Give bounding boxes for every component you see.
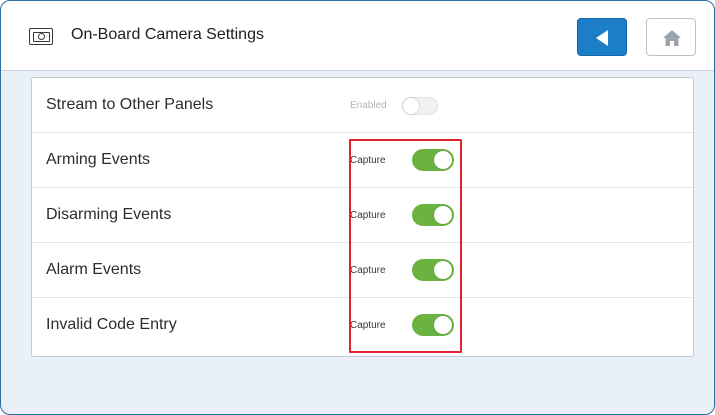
invalid-code-toggle[interactable] [412,314,454,336]
setting-label: Stream to Other Panels [46,96,214,113]
toggle-knob [434,261,452,279]
setting-state-label: Capture [350,155,386,166]
setting-state-label: Capture [350,265,386,276]
back-arrow-icon [596,30,608,46]
arming-toggle[interactable] [412,149,454,171]
setting-label: Invalid Code Entry [46,316,177,333]
setting-label: Arming Events [46,151,151,168]
page-title: On-Board Camera Settings [71,26,264,43]
app-window: On-Board Camera Settings Stream to Other… [0,0,715,415]
setting-row-arming: Arming Events Capture [32,133,693,188]
toggle-knob [434,316,452,334]
setting-label: Disarming Events [46,206,172,223]
setting-state-label: Capture [350,210,386,221]
home-button[interactable] [646,18,696,56]
toggle-knob [434,151,452,169]
setting-state-label: Capture [350,320,386,331]
home-icon [663,30,681,46]
back-button[interactable] [577,18,627,56]
disarming-toggle[interactable] [412,204,454,226]
setting-label: Alarm Events [46,261,142,278]
setting-row-alarm: Alarm Events Capture [32,243,693,298]
stream-toggle[interactable] [402,97,438,115]
setting-state-label: Enabled [350,100,387,111]
setting-row-invalid-code: Invalid Code Entry Capture [32,298,693,353]
setting-row-stream: Stream to Other Panels Enabled [32,78,693,133]
alarm-toggle[interactable] [412,259,454,281]
camera-icon [29,28,53,45]
settings-list: Stream to Other Panels Enabled Arming Ev… [31,77,694,357]
setting-row-disarming: Disarming Events Capture [32,188,693,243]
toggle-knob [434,206,452,224]
toggle-knob [403,98,419,114]
header-bar: On-Board Camera Settings [1,1,714,71]
